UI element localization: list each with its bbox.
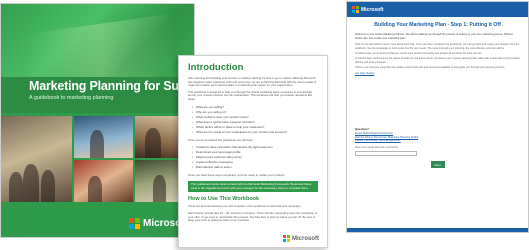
web-page-title: Building Your Marketing Plan - Step 1: P…: [374, 22, 501, 28]
cover-photo-team: [1, 116, 72, 202]
web-footer-bar: [347, 228, 528, 232]
cover-gradient-banner: [1, 4, 194, 77]
intro-callout-box: This guidebook works hand-in-hand with t…: [188, 180, 318, 193]
cover-title: Marketing Planning for Success: [29, 79, 195, 93]
question-label: Question?: [355, 127, 369, 132]
intro-paragraph-1: After planning and building your product…: [188, 76, 317, 88]
cover-photo-worker: [73, 116, 133, 158]
microsoft-logo-icon: [283, 235, 290, 242]
web-paragraph-1: Welcome to your Online Marketing Planner…: [355, 33, 513, 40]
intro-paragraph-2: This workbook is designed to help you th…: [188, 89, 313, 101]
intro-question-list: What are you selling? Who are you sellin…: [192, 105, 318, 135]
intro-paragraph-4: Once you have these steps completed, you…: [188, 173, 285, 178]
microsoft-logo-icon: [352, 6, 359, 13]
microsoft-logo-icon: [129, 218, 140, 229]
web-content: Building Your Marketing Plan - Step 1: P…: [347, 17, 528, 172]
workbook-intro-page: Introduction After planning and building…: [178, 55, 328, 248]
intro-logo-text: Microsoft: [292, 235, 319, 242]
list-item: Built effective calls to action: [192, 165, 318, 170]
workbook-preview-canvas: Marketing Planning for Success A guidebo…: [0, 0, 529, 250]
community-link[interactable]: Partner Community: Join the discussion: [355, 139, 520, 143]
intro-microsoft-logo: Microsoft: [283, 235, 319, 242]
intro-paragraph-5: There are several exercises you will com…: [188, 204, 302, 209]
online-planner-page: Microsoft Building Your Marketing Plan -…: [346, 1, 529, 233]
cover-subtitle: A guidebook to marketing planning: [29, 95, 114, 101]
intro-paragraph-3: Once you've completed this guidebook you…: [188, 137, 254, 142]
intro-paragraph-6: Each section should take 15 – 20 minutes…: [188, 210, 318, 223]
cover-title-bar: Marketing Planning for Success A guidebo…: [1, 77, 194, 113]
intro-heading: Introduction: [188, 62, 244, 73]
workbook-cover: Marketing Planning for Success A guidebo…: [0, 3, 195, 238]
save-results-field[interactable]: [355, 151, 417, 157]
web-header-bar: Microsoft: [347, 2, 528, 17]
web-paragraph-2: Click on the tabs below to learn more ab…: [355, 43, 520, 50]
web-paragraph-3: To build a plan, we recommend that you r…: [355, 52, 483, 55]
list-item: What are the needs of your marketplace f…: [192, 130, 318, 135]
web-brand: Microsoft: [361, 6, 384, 13]
intro-outcome-list: Created a value proposition that attract…: [192, 145, 318, 170]
next-button[interactable]: Next: [430, 161, 445, 169]
cover-photo-chef: [73, 160, 133, 202]
web-paragraph-5: If this is your first time using this to…: [355, 66, 506, 70]
intro-subheading: How to Use This Workbook: [188, 196, 260, 203]
cover-photo-grid: [1, 116, 194, 202]
save-results-label: Save your results with your community:: [355, 146, 399, 149]
web-paragraph-4: In this first step, we'll focus on the b…: [355, 57, 521, 64]
